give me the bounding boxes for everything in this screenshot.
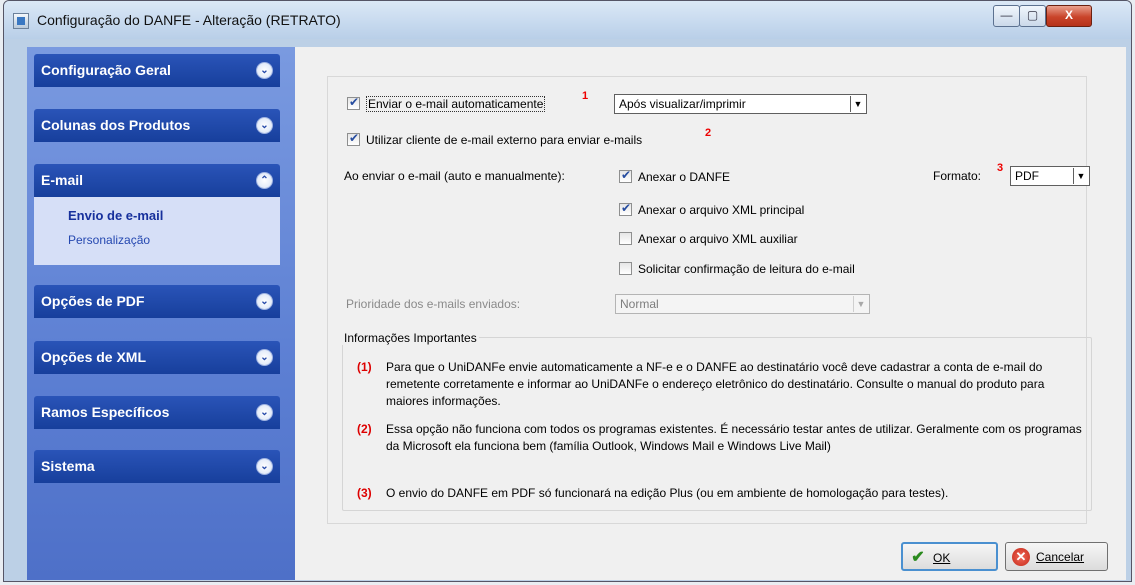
window-title: Configuração do DANFE - Alteração (RETRA…	[37, 12, 341, 28]
chevron-down-icon[interactable]: ⌄	[256, 117, 273, 134]
cancel-icon: ✕	[1012, 548, 1030, 566]
check-icon: ✔	[911, 549, 925, 566]
read-receipt-checkbox[interactable]	[619, 262, 632, 275]
priority-select: Normal ▼	[615, 294, 870, 314]
sidebar-group-configuracao-geral[interactable]: Configuração Geral ⌄	[34, 54, 280, 87]
auto-send-when-value: Após visualizar/imprimir	[619, 97, 746, 111]
attach-xml-main-label[interactable]: Anexar o arquivo XML principal	[638, 203, 804, 217]
minimize-button[interactable]: —	[993, 5, 1020, 27]
sidebar-group-label: E-mail	[41, 172, 84, 188]
ok-button[interactable]: ✔ OK	[901, 542, 998, 571]
dropdown-arrow-icon: ▼	[853, 296, 868, 312]
note-1-number: (1)	[357, 360, 372, 374]
note-3-text: O envio do DANFE em PDF só funcionará na…	[386, 486, 949, 500]
auto-send-label[interactable]: Enviar o e-mail automaticamente	[366, 96, 546, 112]
cancel-button[interactable]: ✕ Cancelar	[1005, 542, 1108, 571]
title-bar[interactable]: Configuração do DANFE - Alteração (RETRA…	[4, 1, 1131, 39]
auto-send-checkbox[interactable]	[347, 95, 360, 110]
on-send-label: Ao enviar o e-mail (auto e manualmente):	[344, 169, 565, 183]
sidebar-group-label: Opções de PDF	[41, 293, 145, 309]
read-receipt-label[interactable]: Solicitar confirmação de leitura do e-ma…	[638, 262, 855, 276]
external-client-checkbox[interactable]	[347, 131, 360, 146]
attach-xml-aux-checkbox[interactable]	[619, 232, 632, 245]
chevron-down-icon[interactable]: ⌄	[256, 293, 273, 310]
chevron-up-icon[interactable]: ⌃	[256, 172, 273, 189]
sidebar-group-label: Opções de XML	[41, 349, 147, 365]
app-icon	[13, 13, 29, 29]
dropdown-arrow-icon[interactable]: ▼	[850, 96, 865, 112]
attach-danfe-label[interactable]: Anexar o DANFE	[638, 170, 730, 184]
footnote-3-marker: 3	[997, 162, 1004, 174]
format-label: Formato:	[933, 169, 982, 183]
sidebar: Configuração Geral ⌄ Colunas dos Produto…	[27, 47, 295, 580]
priority-value: Normal	[620, 297, 659, 311]
chevron-down-icon[interactable]: ⌄	[256, 404, 273, 421]
sidebar-group-email-body: Envio de e-mail Personalização	[34, 197, 280, 265]
close-button[interactable]: X	[1046, 5, 1092, 27]
format-select[interactable]: PDF ▼	[1010, 166, 1090, 186]
dropdown-arrow-icon[interactable]: ▼	[1073, 168, 1088, 184]
note-3-number: (3)	[357, 486, 372, 500]
sidebar-group-colunas-produtos[interactable]: Colunas dos Produtos ⌄	[34, 109, 280, 142]
sidebar-group-label: Colunas dos Produtos	[41, 117, 191, 133]
attach-xml-main-checkbox[interactable]	[619, 201, 632, 216]
format-value: PDF	[1015, 169, 1039, 183]
attach-xml-aux-label[interactable]: Anexar o arquivo XML auxiliar	[638, 232, 798, 246]
sidebar-group-label: Sistema	[41, 458, 95, 474]
note-2-number: (2)	[357, 422, 372, 436]
maximize-button[interactable]: ▢	[1019, 5, 1046, 27]
auto-send-when-select[interactable]: Após visualizar/imprimir ▼	[614, 94, 867, 114]
sidebar-group-label: Ramos Específicos	[41, 404, 170, 420]
footnote-2-marker: 2	[705, 127, 712, 139]
note-1-text: Para que o UniDANFe envie automaticament…	[386, 360, 1045, 408]
note-2-text: Essa opção não funciona com todos os pro…	[386, 422, 1082, 453]
info-title: Informações Importantes	[342, 331, 479, 345]
sidebar-group-label: Configuração Geral	[41, 62, 171, 78]
external-client-label[interactable]: Utilizar cliente de e-mail externo para …	[366, 133, 642, 147]
sidebar-group-opcoes-pdf[interactable]: Opções de PDF ⌄	[34, 285, 280, 318]
cancel-label: Cancelar	[1036, 550, 1085, 564]
sidebar-group-opcoes-xml[interactable]: Opções de XML ⌄	[34, 341, 280, 374]
sidebar-item-envio-email[interactable]: Envio de e-mail	[68, 208, 163, 223]
sidebar-group-email[interactable]: E-mail ⌃	[34, 164, 280, 197]
ok-label: OK	[933, 551, 951, 565]
footnote-1-marker: 1	[582, 90, 589, 102]
sidebar-group-sistema[interactable]: Sistema ⌄	[34, 450, 280, 483]
priority-label: Prioridade dos e-mails enviados:	[346, 297, 521, 311]
chevron-down-icon[interactable]: ⌄	[256, 62, 273, 79]
sidebar-group-ramos-especificos[interactable]: Ramos Específicos ⌄	[34, 396, 280, 429]
attach-danfe-checkbox[interactable]	[619, 168, 632, 183]
chevron-down-icon[interactable]: ⌄	[256, 458, 273, 475]
chevron-down-icon[interactable]: ⌄	[256, 349, 273, 366]
sidebar-item-personalizacao[interactable]: Personalização	[68, 233, 150, 247]
